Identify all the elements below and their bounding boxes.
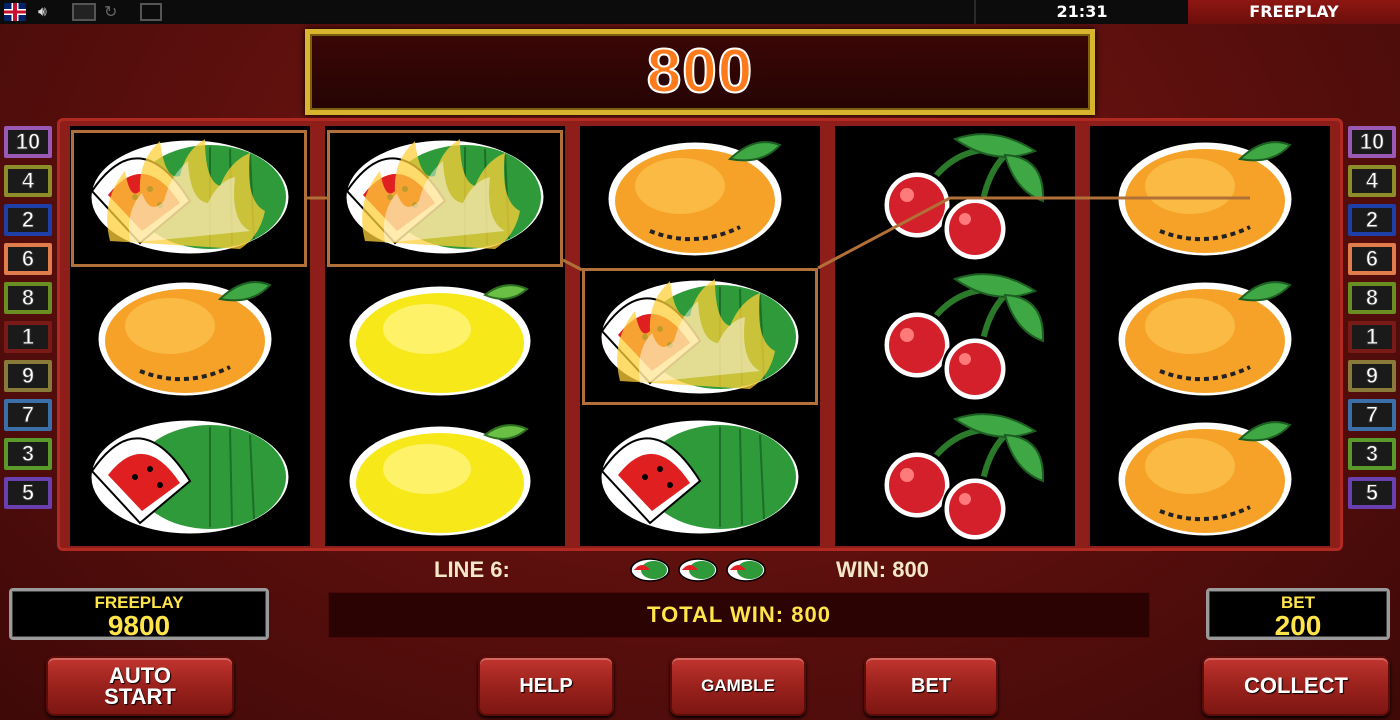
orange-symbol xyxy=(70,266,310,406)
cherry-symbol xyxy=(835,266,1075,406)
lemon-symbol xyxy=(325,406,565,546)
win-highlight-box xyxy=(327,130,563,267)
right-line-badge-9: 9 xyxy=(1348,360,1396,392)
cherry-symbol xyxy=(835,126,1075,266)
refresh-icon[interactable]: ↻ xyxy=(104,3,126,21)
left-line-badge-6: 6 xyxy=(4,243,52,275)
line-symbols xyxy=(628,556,768,584)
win-amount: 800 xyxy=(646,36,754,107)
right-line-badge-4: 4 xyxy=(1348,165,1396,197)
left-line-badge-1: 1 xyxy=(4,321,52,353)
right-line-badge-6: 6 xyxy=(1348,243,1396,275)
line-win: WIN: 800 xyxy=(836,557,929,582)
clock: 21:31 xyxy=(1056,2,1108,21)
credit-display: FREEPLAY 9800 xyxy=(9,588,269,640)
right-line-badge-2: 2 xyxy=(1348,204,1396,236)
credit-value: 9800 xyxy=(107,610,171,641)
watermelon-symbol xyxy=(70,406,310,546)
bet-value: 200 xyxy=(1274,610,1322,641)
auto-start-line1: AUTO xyxy=(109,663,171,688)
fullscreen-icon[interactable] xyxy=(140,3,162,21)
right-line-badge-10: 10 xyxy=(1348,126,1396,158)
watermelon-symbol xyxy=(580,406,820,546)
mini-watermelon-icon xyxy=(678,558,718,582)
win-highlight-box xyxy=(71,130,307,267)
bet-display: BET 200 xyxy=(1206,588,1390,640)
lemon-symbol xyxy=(325,266,565,406)
reel-5 xyxy=(1090,126,1330,546)
line-label: LINE 6: xyxy=(434,557,510,582)
left-line-badge-4: 4 xyxy=(4,165,52,197)
left-line-badge-7: 7 xyxy=(4,399,52,431)
right-line-badge-3: 3 xyxy=(1348,438,1396,470)
cherry-symbol xyxy=(835,406,1075,546)
square-icon[interactable] xyxy=(72,3,96,21)
left-line-badge-3: 3 xyxy=(4,438,52,470)
left-line-badge-5: 5 xyxy=(4,477,52,509)
uk-flag-icon[interactable] xyxy=(4,3,26,21)
left-line-badge-9: 9 xyxy=(4,360,52,392)
win-display: 800 xyxy=(305,29,1095,115)
right-line-badge-8: 8 xyxy=(1348,282,1396,314)
right-line-badge-5: 5 xyxy=(1348,477,1396,509)
bet-button[interactable]: BET xyxy=(864,656,998,716)
gamble-button[interactable]: GAMBLE xyxy=(670,656,806,716)
orange-symbol xyxy=(1090,126,1330,266)
orange-symbol xyxy=(1090,266,1330,406)
mini-watermelon-icon xyxy=(630,558,670,582)
orange-symbol xyxy=(1090,406,1330,546)
reel-4 xyxy=(835,126,1075,546)
right-line-badge-7: 7 xyxy=(1348,399,1396,431)
auto-start-line2: START xyxy=(104,684,176,709)
total-win-display: TOTAL WIN: 800 xyxy=(328,592,1150,638)
win-highlight-box xyxy=(582,268,818,405)
help-button[interactable]: HELP xyxy=(478,656,614,716)
left-line-badge-2: 2 xyxy=(4,204,52,236)
auto-start-button[interactable]: AUTO START xyxy=(46,656,234,716)
freeplay-mode-label: FREEPLAY xyxy=(1188,0,1400,24)
right-line-badge-1: 1 xyxy=(1348,321,1396,353)
top-status-bar: 🔊︎ ↻ 21:31 FREEPLAY xyxy=(0,0,1400,24)
speaker-icon[interactable]: 🔊︎ xyxy=(38,3,64,21)
mini-watermelon-icon xyxy=(726,558,766,582)
orange-symbol xyxy=(580,126,820,266)
collect-button[interactable]: COLLECT xyxy=(1202,656,1390,716)
left-line-badge-10: 10 xyxy=(4,126,52,158)
left-line-badge-8: 8 xyxy=(4,282,52,314)
